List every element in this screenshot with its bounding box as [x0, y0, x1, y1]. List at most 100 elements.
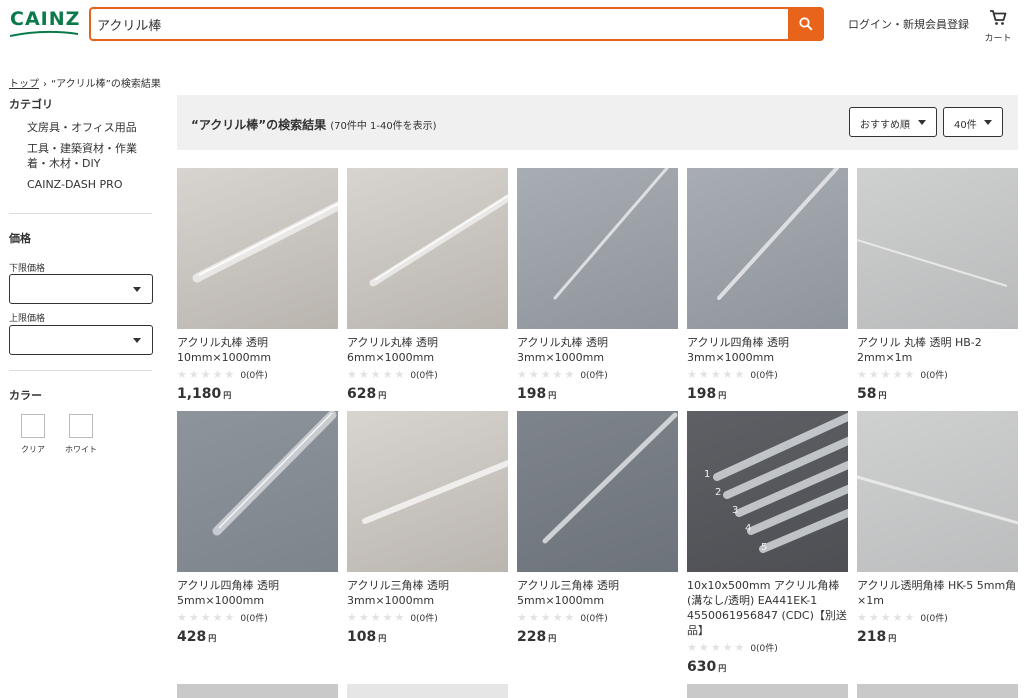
rating: ★★★★★ 0(0件) [517, 368, 678, 382]
rating-stars-icon: ★★★★★ [177, 611, 237, 624]
chevron-down-icon [133, 338, 141, 343]
search-input[interactable] [97, 14, 777, 34]
product-name[interactable]: アクリル丸棒 透明 6mm×1000mm [347, 335, 508, 365]
product-image[interactable] [857, 168, 1018, 329]
product-image[interactable] [517, 168, 678, 329]
acrylic-rods-set-image-icon [713, 413, 848, 553]
acrylic-rod-image-icon [192, 201, 338, 283]
product-card[interactable]: アクリル丸棒 透明 3mm×1000mm ★★★★★ 0(0件) 198 円 [517, 168, 678, 402]
cart-icon [990, 10, 1007, 25]
product-card[interactable]: アクリル丸棒 透明 10mm×1000mm ★★★★★ 0(0件) 1,180 円 [177, 168, 338, 402]
product-card[interactable]: アクリル 丸棒 透明 HB-2 2mm×1m ★★★★★ 0(0件) 58 円 [857, 168, 1018, 402]
product-card[interactable]: アクリル三角棒 透明 5mm×1000mm ★★★★★ 0(0件) 228 円 [517, 411, 678, 645]
product-image-partial[interactable] [347, 684, 508, 698]
rating: ★★★★★ 0(0件) [177, 368, 338, 382]
product-price: 58 円 [857, 386, 1018, 402]
price-unit: 円 [548, 634, 557, 643]
breadcrumb-home[interactable]: トップ [9, 79, 39, 90]
per-page-dropdown[interactable]: 40件 [943, 107, 1003, 137]
breadcrumb-current: “アクリル棒”の検索結果 [51, 79, 161, 90]
image-label: 4 [745, 523, 752, 534]
product-image-partial[interactable] [177, 684, 338, 698]
product-name[interactable]: アクリル透明角棒 HK-5 5mm角×1m [857, 578, 1018, 608]
product-image[interactable] [177, 168, 338, 329]
product-name[interactable]: 10x10x500mm アクリル角棒(溝なし/透明) EA441EK-1 455… [687, 578, 848, 638]
product-name[interactable]: アクリル丸棒 透明 3mm×1000mm [517, 335, 678, 365]
site-header: CAINZ ログイン・新規会員登録 カート [0, 0, 1024, 50]
rating: ★★★★★ 0(0件) [857, 368, 1018, 382]
product-card[interactable]: 1 2 3 4 5 10x10x500mm アクリル角棒(溝なし/透明) EA4… [687, 411, 848, 675]
product-price: 630 円 [687, 659, 848, 675]
sort-dropdown[interactable]: おすすめ順 [849, 107, 937, 137]
price-heading: 価格 [9, 232, 31, 245]
product-image-partial[interactable] [687, 684, 848, 698]
acrylic-rod-image-icon [362, 460, 508, 524]
price-unit: 円 [718, 391, 727, 400]
image-label: 1 [704, 469, 711, 480]
rating-stars-icon: ★★★★★ [347, 368, 407, 381]
price-value: 218 [857, 629, 887, 645]
color-label-white: ホワイト [65, 445, 97, 454]
breadcrumb: トップ › “アクリル棒”の検索結果 [9, 75, 161, 90]
color-label-clear: クリア [21, 445, 45, 454]
product-card[interactable]: アクリル四角棒 透明 3mm×1000mm ★★★★★ 0(0件) 198 円 [687, 168, 848, 402]
product-image[interactable] [517, 411, 678, 572]
login-register-link[interactable]: ログイン・新規会員登録 [848, 16, 969, 32]
acrylic-rod-image-icon [857, 239, 1008, 287]
product-image[interactable] [347, 168, 508, 329]
price-min-label: 下限価格 [9, 264, 46, 274]
review-count: 0(0件) [920, 614, 948, 624]
product-price: 108 円 [347, 629, 508, 645]
cainz-logo[interactable]: CAINZ [10, 10, 79, 37]
product-name[interactable]: アクリル四角棒 透明 3mm×1000mm [687, 335, 848, 365]
product-name[interactable]: アクリル四角棒 透明 5mm×1000mm [177, 578, 338, 608]
chevron-down-icon [984, 120, 992, 125]
price-value: 630 [687, 659, 717, 675]
rating-stars-icon: ★★★★★ [177, 368, 237, 381]
color-heading: カラー [9, 389, 42, 402]
price-min-select[interactable] [9, 274, 153, 304]
price-value: 198 [687, 386, 717, 402]
product-image[interactable] [857, 411, 1018, 572]
product-price: 198 円 [687, 386, 848, 402]
product-name[interactable]: アクリル丸棒 透明 10mm×1000mm [177, 335, 338, 365]
rating-stars-icon: ★★★★★ [687, 368, 747, 381]
search-box [89, 7, 824, 41]
category-item-cainz-dash-pro[interactable]: CAINZ-DASH PRO [27, 177, 147, 192]
product-image[interactable] [347, 411, 508, 572]
rating: ★★★★★ 0(0件) [347, 368, 508, 382]
price-unit: 円 [378, 634, 387, 643]
price-value: 428 [177, 629, 207, 645]
product-card[interactable]: アクリル透明角棒 HK-5 5mm角×1m ★★★★★ 0(0件) 218 円 [857, 411, 1018, 645]
category-item-tools[interactable]: 工具・建築資材・作業着・木材・DIY [27, 141, 147, 171]
category-item-stationery[interactable]: 文房具・オフィス用品 [27, 120, 147, 135]
rating: ★★★★★ 0(0件) [857, 611, 1018, 625]
product-card[interactable]: アクリル四角棒 透明 5mm×1000mm ★★★★★ 0(0件) 428 円 [177, 411, 338, 645]
product-image-partial[interactable] [857, 684, 1018, 698]
cart-button[interactable]: カート [982, 9, 1014, 44]
product-card[interactable]: アクリル丸棒 透明 6mm×1000mm ★★★★★ 0(0件) 628 円 [347, 168, 508, 402]
color-swatch-white[interactable] [69, 414, 93, 438]
price-max-select[interactable] [9, 325, 153, 355]
review-count: 0(0件) [410, 371, 438, 381]
product-price: 428 円 [177, 629, 338, 645]
product-image[interactable] [687, 168, 848, 329]
acrylic-rod-image-icon [369, 194, 508, 287]
product-name[interactable]: アクリル三角棒 透明 3mm×1000mm [347, 578, 508, 608]
product-card[interactable]: アクリル三角棒 透明 3mm×1000mm ★★★★★ 0(0件) 108 円 [347, 411, 508, 645]
product-image[interactable] [177, 411, 338, 572]
acrylic-rod-image-icon [542, 412, 678, 544]
acrylic-rod-image-icon [553, 168, 669, 300]
product-name[interactable]: アクリル 丸棒 透明 HB-2 2mm×1m [857, 335, 1018, 365]
cart-label: カート [984, 34, 1012, 44]
product-image[interactable]: 1 2 3 4 5 [687, 411, 848, 572]
product-name[interactable]: アクリル三角棒 透明 5mm×1000mm [517, 578, 678, 608]
product-price: 1,180 円 [177, 386, 338, 402]
rating-stars-icon: ★★★★★ [517, 611, 577, 624]
review-count: 0(0件) [750, 371, 778, 381]
rating-stars-icon: ★★★★★ [857, 611, 917, 624]
search-button[interactable] [788, 7, 824, 41]
breadcrumb-separator: › [43, 79, 47, 90]
color-swatch-clear[interactable] [21, 414, 45, 438]
chevron-down-icon [918, 120, 926, 125]
